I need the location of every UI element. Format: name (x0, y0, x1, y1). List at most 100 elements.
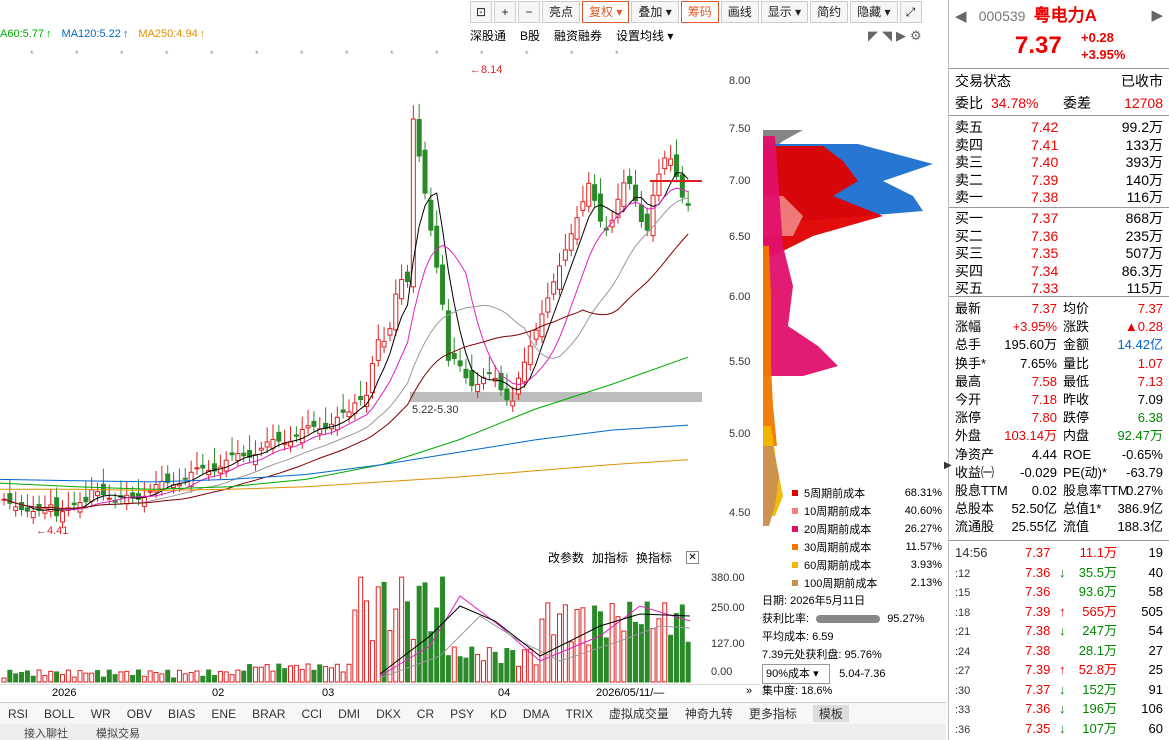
event-marker[interactable]: * (615, 49, 619, 59)
bottom-tab[interactable]: 模拟交易 (96, 725, 140, 740)
indicator-tab[interactable]: 更多指标 (749, 705, 797, 722)
volume-bar (404, 601, 410, 683)
event-marker[interactable]: * (390, 49, 394, 59)
stock-op-3[interactable]: 设置均线 ▾ (616, 29, 673, 43)
event-marker[interactable]: * (570, 49, 574, 59)
indicator-tab[interactable]: DMI (338, 707, 360, 721)
stock-op-1[interactable]: B股 (520, 29, 540, 43)
vol-header-0[interactable]: 改参数 (548, 551, 584, 565)
close-volume-icon[interactable]: ✕ (686, 551, 699, 564)
event-marker[interactable]: * (480, 49, 484, 59)
toolbar-button-7[interactable]: 隐藏 ▾ (850, 1, 898, 23)
scroll-right-icon[interactable]: » (746, 685, 752, 697)
tick-row: :27 7.39 ↑ 52.8万 25 (955, 662, 1163, 677)
kline-chart[interactable]: 5.22-5.30 ←8.14 ←4.41 * * * * * * * * * * * * * * (0, 46, 703, 546)
indicator-tab[interactable]: BRAR (252, 707, 285, 721)
toolbar-button-0[interactable]: 亮点 (542, 1, 581, 23)
event-marker[interactable]: * (345, 49, 349, 59)
toolbar-button-4[interactable]: 画线 (720, 1, 759, 23)
candle-body (451, 352, 457, 359)
indicator-tab[interactable]: DMA (523, 707, 550, 721)
volume-chart[interactable] (0, 566, 703, 684)
indicator-tab[interactable]: DKX (376, 707, 401, 721)
panel-collapse-icon[interactable]: ▶ (944, 460, 952, 471)
indicator-tab[interactable]: CR (417, 707, 434, 721)
toolbar-button-1[interactable]: 复权 ▾ (582, 1, 630, 23)
stock-op-2[interactable]: 融资融券 (554, 29, 602, 43)
tick-row: :36 7.35 ↓ 107万 60 (955, 720, 1163, 736)
tick-row: :18 7.39 ↑ 565万 505 (955, 603, 1163, 619)
bid-row[interactable]: 买一 7.37 868万 (955, 210, 1163, 227)
volume-bar (428, 631, 434, 683)
tick-row: :33 7.36 ↓ 196万 106 (955, 701, 1163, 716)
zoom-in-icon[interactable]: + (494, 1, 516, 23)
toolbar-button-2[interactable]: 叠加 ▾ (631, 1, 679, 23)
volume-bar (492, 651, 498, 683)
stock-op-0[interactable]: 深股通 (470, 29, 506, 43)
chip-tool-icons[interactable]: ◤◥▶⚙ (868, 28, 926, 44)
event-marker[interactable]: * (165, 49, 169, 59)
volume-bar (334, 663, 340, 683)
volume-bar (592, 605, 598, 683)
toolbar-button-3[interactable]: 筹码 (680, 1, 719, 23)
volume-bar (451, 646, 457, 683)
vol-header-1[interactable]: 加指标 (592, 551, 628, 565)
volume-tick: 127.00 (711, 638, 745, 650)
bid-row[interactable]: 买五 7.33 115万 (955, 280, 1163, 297)
indicator-tab[interactable]: 模板 (812, 705, 849, 722)
zoom-out-icon[interactable]: − (518, 1, 540, 23)
event-marker[interactable]: * (300, 49, 304, 59)
volume-bar (282, 668, 288, 683)
bottom-tab[interactable]: 接入聊社 (24, 725, 68, 740)
next-stock-icon[interactable]: ▶ (1151, 6, 1163, 26)
indicator-tab[interactable]: 虚拟成交量 (609, 705, 669, 722)
indicator-tab[interactable]: PSY (450, 707, 474, 721)
lock-icon[interactable]: ⊡ (470, 1, 492, 23)
volume-bar (176, 669, 182, 683)
indicator-tab[interactable]: 神奇九转 (685, 705, 733, 722)
indicator-tab[interactable]: KD (490, 707, 507, 721)
volume-bar (340, 671, 346, 683)
indicator-tab[interactable]: OBV (127, 707, 152, 721)
ask-row[interactable]: 卖一 7.38 116万 (955, 189, 1163, 206)
fullscreen-icon[interactable]: ⤢ (899, 1, 922, 23)
volume-bar (305, 663, 311, 683)
chip-info: 日期: 2026年5月11日 获利比率: 95.27% 平均成本: 6.59 7… (762, 592, 944, 700)
event-marker[interactable]: * (75, 49, 79, 59)
volume-tick: 380.00 (711, 572, 745, 584)
tick-row: :30 7.37 ↓ 152万 91 (955, 681, 1163, 697)
volume-bar (48, 670, 54, 683)
candle-body (194, 467, 200, 470)
indicator-tab[interactable]: TRIX (566, 707, 593, 721)
event-marker[interactable]: * (210, 49, 214, 59)
indicator-tab[interactable]: BIAS (168, 707, 195, 721)
event-marker[interactable]: * (120, 49, 124, 59)
price-tick: 5.00 (729, 428, 751, 440)
event-marker[interactable]: * (435, 49, 439, 59)
bid-row[interactable]: 买二 7.36 235万 (955, 228, 1163, 245)
indicator-tab[interactable]: WR (91, 707, 111, 721)
cost-select[interactable]: 90%成本 ▾ (762, 664, 830, 684)
toolbar-button-6[interactable]: 简约 (810, 1, 849, 23)
ask-row[interactable]: 卖二 7.39 140万 (955, 172, 1163, 189)
candle-body (527, 345, 533, 366)
bid-row[interactable]: 买四 7.34 86.3万 (955, 263, 1163, 280)
prev-stock-icon[interactable]: ◀ (955, 8, 967, 25)
indicator-tab[interactable]: RSI (8, 707, 28, 721)
event-marker[interactable]: * (30, 49, 34, 59)
indicator-tab[interactable]: BOLL (44, 707, 75, 721)
ask-row[interactable]: 卖五 7.42 99.2万 (955, 119, 1163, 136)
bid-row[interactable]: 买三 7.35 507万 (955, 245, 1163, 262)
volume-bar (153, 672, 159, 683)
volume-bar (71, 676, 77, 683)
vol-header-2[interactable]: 换指标 (636, 551, 672, 565)
toolbar-button-5[interactable]: 显示 ▾ (760, 1, 809, 23)
indicator-tab[interactable]: ENE (211, 707, 236, 721)
indicator-tab[interactable]: CCI (301, 707, 322, 721)
volume-bar (54, 671, 60, 683)
event-marker[interactable]: * (525, 49, 529, 59)
indicator-bar: RSI BOLL WR OBV BIAS ENE BRAR CCI DMI DKX CR PSY KD D… (0, 702, 946, 724)
ask-row[interactable]: 卖四 7.41 133万 (955, 137, 1163, 154)
event-marker[interactable]: * (255, 49, 259, 59)
ask-row[interactable]: 卖三 7.40 393万 (955, 154, 1163, 171)
